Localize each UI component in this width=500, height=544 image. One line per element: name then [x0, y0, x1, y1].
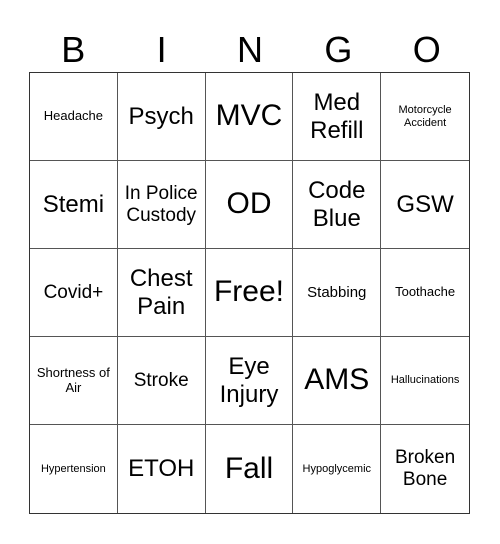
header-letter-b: B: [61, 29, 86, 70]
bingo-free-cell[interactable]: Free!: [205, 249, 294, 337]
bingo-cell[interactable]: Eye Injury: [205, 337, 294, 425]
bingo-cell[interactable]: ETOH: [118, 425, 206, 513]
bingo-cell[interactable]: Hypoglycemic: [293, 425, 382, 513]
bingo-cell[interactable]: Code Blue: [293, 161, 382, 249]
bingo-cell[interactable]: Med Refill: [293, 73, 382, 161]
bingo-cell[interactable]: In Police Custody: [117, 161, 206, 249]
bingo-cell[interactable]: OD: [205, 161, 294, 249]
bingo-cell[interactable]: AMS: [293, 337, 382, 425]
bingo-cell[interactable]: Stroke: [117, 337, 206, 425]
bingo-cell[interactable]: GSW: [381, 161, 469, 249]
bingo-header: B I N G O: [29, 28, 471, 72]
bingo-cell[interactable]: Shortness of Air: [30, 337, 118, 425]
bingo-cell[interactable]: Toothache: [381, 249, 469, 337]
bingo-cell[interactable]: Hypertension: [30, 425, 118, 513]
header-letter-o: O: [412, 29, 441, 70]
bingo-cell[interactable]: Headache: [30, 73, 118, 161]
header-letter-g: G: [324, 29, 353, 70]
bingo-cell[interactable]: Psych: [117, 73, 206, 161]
bingo-cell[interactable]: Covid+: [30, 249, 118, 337]
bingo-cell[interactable]: Stemi: [30, 161, 118, 249]
bingo-cell[interactable]: MVC: [205, 73, 294, 161]
header-letter-i: I: [156, 29, 167, 70]
bingo-cell[interactable]: Stabbing: [293, 249, 382, 337]
bingo-cell[interactable]: Broken Bone: [381, 425, 469, 513]
bingo-card-grid: Headache Psych MVC Med Refill Motorcycle…: [29, 72, 470, 514]
bingo-cell[interactable]: Fall: [206, 425, 294, 513]
bingo-cell[interactable]: Chest Pain: [117, 249, 206, 337]
header-letter-n: N: [236, 29, 263, 70]
bingo-cell[interactable]: Hallucinations: [381, 337, 469, 425]
bingo-cell[interactable]: Motorcycle Accident: [381, 73, 469, 161]
